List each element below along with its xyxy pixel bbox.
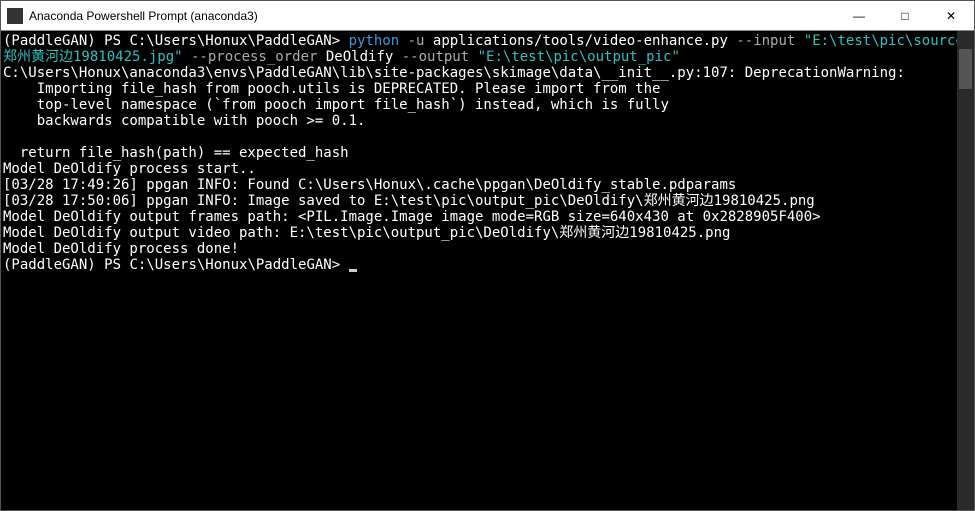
cmd-input-1: "E:\test\pic\source_pic\ — [795, 33, 957, 49]
output-line: Importing file_hash from pooch.utils is … — [3, 81, 660, 97]
close-button[interactable]: ✕ — [928, 1, 974, 31]
cmd-python: python — [349, 33, 400, 49]
output-line: C:\Users\Honux\anaconda3\envs\PaddleGAN\… — [3, 65, 905, 81]
cmd-script: applications/tools/video-enhance.py — [424, 33, 727, 49]
output-line: [03/28 17:50:06] ppgan INFO: Image saved… — [3, 193, 815, 209]
scroll-thumb[interactable] — [959, 49, 972, 89]
cmd-flag-out: --output — [393, 49, 469, 65]
output-line: Model DeOldify process start.. — [3, 161, 256, 177]
titlebar-buttons: — □ ✕ — [836, 1, 974, 31]
output-line: [03/28 17:49:26] ppgan INFO: Found C:\Us… — [3, 177, 736, 193]
prompt-path: PS C:\Users\Honux\PaddleGAN> — [104, 33, 348, 49]
cmd-flag-u: -u — [399, 33, 424, 49]
window-title: Anaconda Powershell Prompt (anaconda3) — [29, 9, 836, 23]
cmd-proc-val: DeOldify — [317, 49, 393, 65]
cursor — [349, 269, 357, 272]
maximize-button[interactable]: □ — [882, 1, 928, 31]
titlebar[interactable]: Anaconda Powershell Prompt (anaconda3) —… — [1, 1, 974, 31]
scrollbar[interactable] — [957, 31, 974, 510]
output-line: backwards compatible with pooch >= 0.1. — [3, 113, 365, 129]
prompt-env: (PaddleGAN) — [3, 257, 104, 273]
prompt-path: PS C:\Users\Honux\PaddleGAN> — [104, 257, 348, 273]
cmd-flag-input: --input — [728, 33, 795, 49]
output-line: return file_hash(path) == expected_hash — [3, 145, 349, 161]
app-icon — [7, 8, 23, 24]
minimize-button[interactable]: — — [836, 1, 882, 31]
output-line: Model DeOldify process done! — [3, 241, 239, 257]
prompt-env: (PaddleGAN) — [3, 33, 104, 49]
cmd-flag-proc: --process_order — [183, 49, 318, 65]
window: Anaconda Powershell Prompt (anaconda3) —… — [0, 0, 975, 511]
output-line: top-level namespace (`from pooch import … — [3, 97, 669, 113]
terminal-area: (PaddleGAN) PS C:\Users\Honux\PaddleGAN>… — [1, 31, 974, 510]
cmd-out-val: "E:\test\pic\output_pic" — [469, 49, 680, 65]
cmd-input-2: 郑州黄河边19810425.jpg" — [3, 49, 183, 65]
output-line: Model DeOldify output frames path: <PIL.… — [3, 209, 821, 225]
output-line: Model DeOldify output video path: E:\tes… — [3, 225, 730, 241]
terminal[interactable]: (PaddleGAN) PS C:\Users\Honux\PaddleGAN>… — [1, 31, 957, 510]
